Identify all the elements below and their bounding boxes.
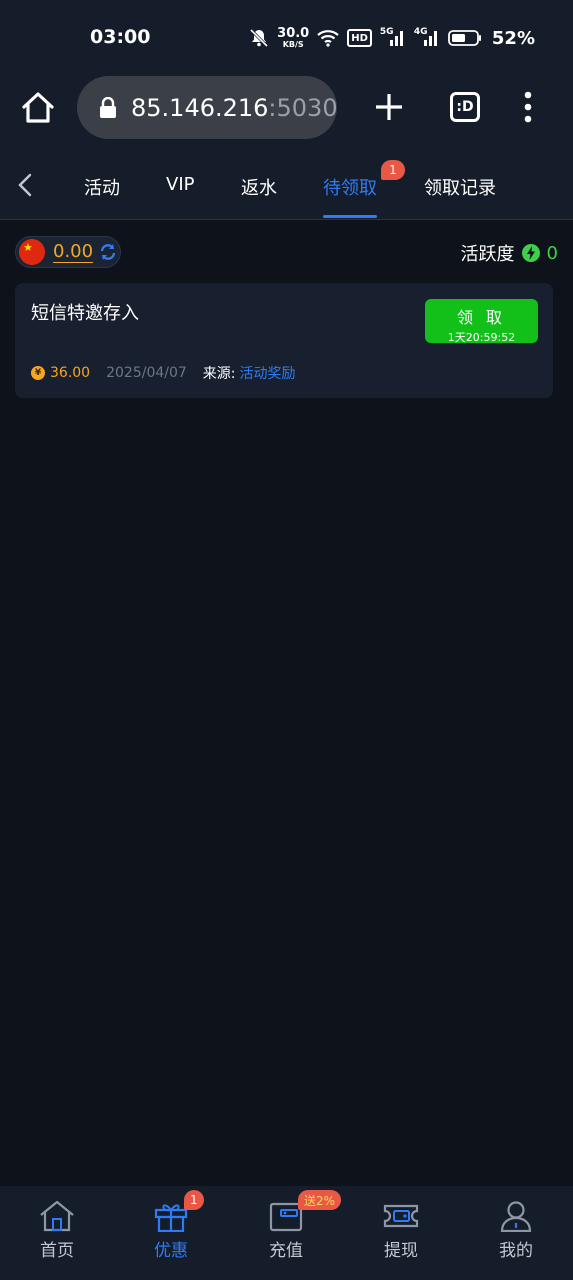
reward-meta: ¥ 36.00 2025/04/07 来源: 活动奖励 [31, 363, 296, 383]
url-port: :5030 [268, 93, 338, 122]
source-label: 来源: [202, 366, 236, 382]
bottom-nav: 首页 优惠 1 充值 送2% 提现 我的 [0, 1186, 573, 1280]
hd-icon: HD [347, 29, 372, 47]
reward-title: 短信特邀存入 [31, 303, 139, 324]
wifi-icon [317, 29, 339, 47]
lock-icon [99, 96, 117, 119]
tab-vip[interactable]: VIP [166, 174, 194, 195]
net-speed-unit: KB/S [282, 40, 304, 49]
coin-icon: ¥ [31, 366, 45, 380]
battery-percent: 52% [491, 27, 535, 49]
new-tab-button[interactable] [372, 90, 406, 124]
pending-claim-badge: 1 [381, 160, 405, 180]
bottom-nav-deposit-label: 充值 [269, 1241, 303, 1261]
browser-menu-button[interactable] [520, 90, 536, 124]
withdraw-icon [383, 1204, 419, 1228]
bottom-nav-withdraw-label: 提现 [384, 1241, 418, 1261]
sim1-label: 5G [379, 27, 394, 37]
bottom-nav-profile[interactable]: 我的 [481, 1200, 551, 1261]
home-icon [22, 92, 54, 123]
bottom-nav-promotions-label: 优惠 [154, 1241, 188, 1261]
reward-card: 短信特邀存入 领 取 1天20:59:52 ¥ 36.00 2025/04/07… [15, 283, 553, 398]
activity-level: 活跃度 0 [461, 240, 558, 266]
bottom-nav-home[interactable]: 首页 [22, 1200, 92, 1261]
claim-label: 领 取 [456, 308, 507, 327]
home-icon [40, 1200, 74, 1232]
battery-icon [448, 29, 482, 47]
tabs-label: :D [456, 99, 474, 115]
lightning-icon [521, 243, 541, 263]
back-button[interactable] [14, 172, 38, 198]
plus-icon [376, 94, 402, 120]
activity-label: 活跃度 [460, 244, 515, 265]
category-tabs: 活动 VIP 返水 待领取 1 领取记录 [0, 152, 573, 220]
chevron-left-icon [18, 173, 32, 197]
reward-date: 2025/04/07 [106, 365, 187, 381]
signal-4g-icon: 4G [413, 27, 440, 47]
refresh-balance-button[interactable] [99, 243, 117, 261]
reward-amount: 36.00 [50, 365, 91, 381]
bottom-nav-profile-label: 我的 [499, 1241, 533, 1261]
browser-toolbar: 85.146.216:5030 :D [0, 76, 573, 152]
url-host: 85.146.216 [131, 93, 269, 122]
status-time: 03:00 [90, 26, 151, 48]
tab-claim-history[interactable]: 领取记录 [424, 174, 496, 200]
refresh-icon [100, 244, 116, 260]
net-speed: 30.0 KB/S [277, 27, 309, 49]
tab-pending-claim[interactable]: 待领取 [323, 174, 377, 200]
mute-bell-icon [249, 28, 269, 48]
signal-5g-icon: 5G [379, 27, 406, 47]
claim-button[interactable]: 领 取 1天20:59:52 [425, 299, 538, 344]
promotions-badge: 1 [184, 1190, 204, 1210]
sim2-label: 4G [413, 27, 428, 37]
bottom-nav-withdraw[interactable]: 提现 [366, 1200, 436, 1261]
active-tab-indicator [323, 215, 377, 218]
bottom-nav-home-label: 首页 [40, 1241, 74, 1261]
url-bar[interactable]: 85.146.216:5030 [77, 76, 338, 139]
tab-rebate[interactable]: 返水 [241, 174, 277, 200]
more-vertical-icon [524, 91, 532, 123]
user-icon [500, 1201, 532, 1232]
status-bar: 03:00 30.0 KB/S HD 5G 4G 52% [0, 0, 573, 76]
tab-switcher-button[interactable]: :D [450, 92, 480, 122]
browser-home-button[interactable] [20, 90, 56, 126]
activity-value: 0 [546, 242, 558, 264]
claim-countdown: 1天20:59:52 [447, 331, 516, 344]
hd-label: HD [351, 32, 368, 44]
source-value: 活动奖励 [239, 366, 296, 382]
status-icons: 30.0 KB/S HD 5G 4G 52% [249, 24, 535, 52]
tab-activity[interactable]: 活动 [84, 174, 120, 200]
balance-value: 0.00 [53, 240, 94, 263]
deposit-bonus-badge: 送2% [298, 1190, 342, 1210]
net-speed-value: 30.0 [277, 26, 310, 41]
china-flag-icon [19, 239, 45, 265]
balance-pill: 0.00 [15, 236, 121, 268]
